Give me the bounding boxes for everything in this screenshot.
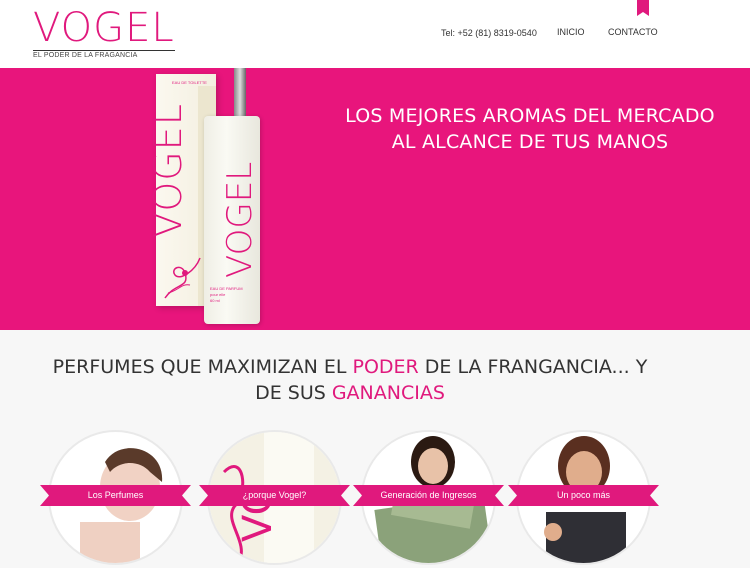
site-header: VOGEL EL PODER DE LA FRAGANCIA Tel: +52 … bbox=[0, 0, 750, 68]
card-porque-vogel[interactable]: VO ¿porque Vogel? bbox=[199, 430, 350, 568]
floral-swirl-icon bbox=[164, 257, 201, 299]
headline-text-1: PERFUMES QUE MAXIMIZAN EL bbox=[52, 356, 353, 378]
card-un-poco-mas[interactable]: Un poco más bbox=[508, 430, 659, 568]
logo-tagline: EL PODER DE LA FRAGANCIA bbox=[33, 52, 138, 59]
hero-headline-2: AL ALCANCE DE TUS MANOS bbox=[391, 131, 669, 153]
card-ribbon: ¿porque Vogel? bbox=[199, 485, 350, 506]
card-los-perfumes[interactable]: Los Perfumes bbox=[40, 430, 191, 568]
perfume-box-label: EAU DE TOILETTE bbox=[172, 80, 207, 85]
headline-accent-1: PODER bbox=[352, 356, 419, 378]
card-label: Generación de Ingresos bbox=[380, 490, 477, 500]
hero-banner: EAU DE TOILETTE VOGEL VOGEL EAU DE PARFU… bbox=[0, 68, 750, 330]
bottle-label-volume: 60 ml bbox=[210, 298, 220, 303]
card-ribbon: Generación de Ingresos bbox=[353, 485, 504, 506]
bottle-label: EAU DE PARFUM pour elle 60 ml bbox=[210, 286, 243, 304]
card-label: Un poco más bbox=[556, 490, 611, 500]
bookmark-icon bbox=[637, 0, 649, 16]
nav-contacto[interactable]: CONTACTO bbox=[608, 27, 658, 37]
nav-inicio[interactable]: INICIO bbox=[557, 27, 585, 37]
section-headline: PERFUMES QUE MAXIMIZAN EL PODER DE LA FR… bbox=[40, 354, 660, 406]
hero-headline-1: LOS MEJORES AROMAS DEL MERCADO bbox=[345, 105, 715, 127]
feature-cards: Los Perfumes VO ¿porque Vogel? Generació… bbox=[0, 430, 750, 568]
card-label: Los Perfumes bbox=[87, 490, 144, 500]
card-ribbon: Los Perfumes bbox=[40, 485, 191, 506]
headline-accent-2: GANANCIAS bbox=[331, 382, 445, 404]
bottle-brand: VOGEL bbox=[220, 161, 260, 278]
logo[interactable]: VOGEL EL PODER DE LA FRAGANCIA bbox=[33, 6, 183, 62]
card-generacion-ingresos[interactable]: Generación de Ingresos bbox=[353, 430, 504, 568]
card-ribbon: Un poco más bbox=[508, 485, 659, 506]
logo-wordmark: VOGEL bbox=[33, 5, 175, 51]
bottle-cap bbox=[234, 68, 246, 118]
phone-number: Tel: +52 (81) 8319-0540 bbox=[441, 28, 537, 38]
logo-divider bbox=[33, 50, 175, 51]
perfume-box-brand: VOGEL bbox=[146, 103, 190, 238]
card-label: ¿porque Vogel? bbox=[242, 490, 307, 500]
